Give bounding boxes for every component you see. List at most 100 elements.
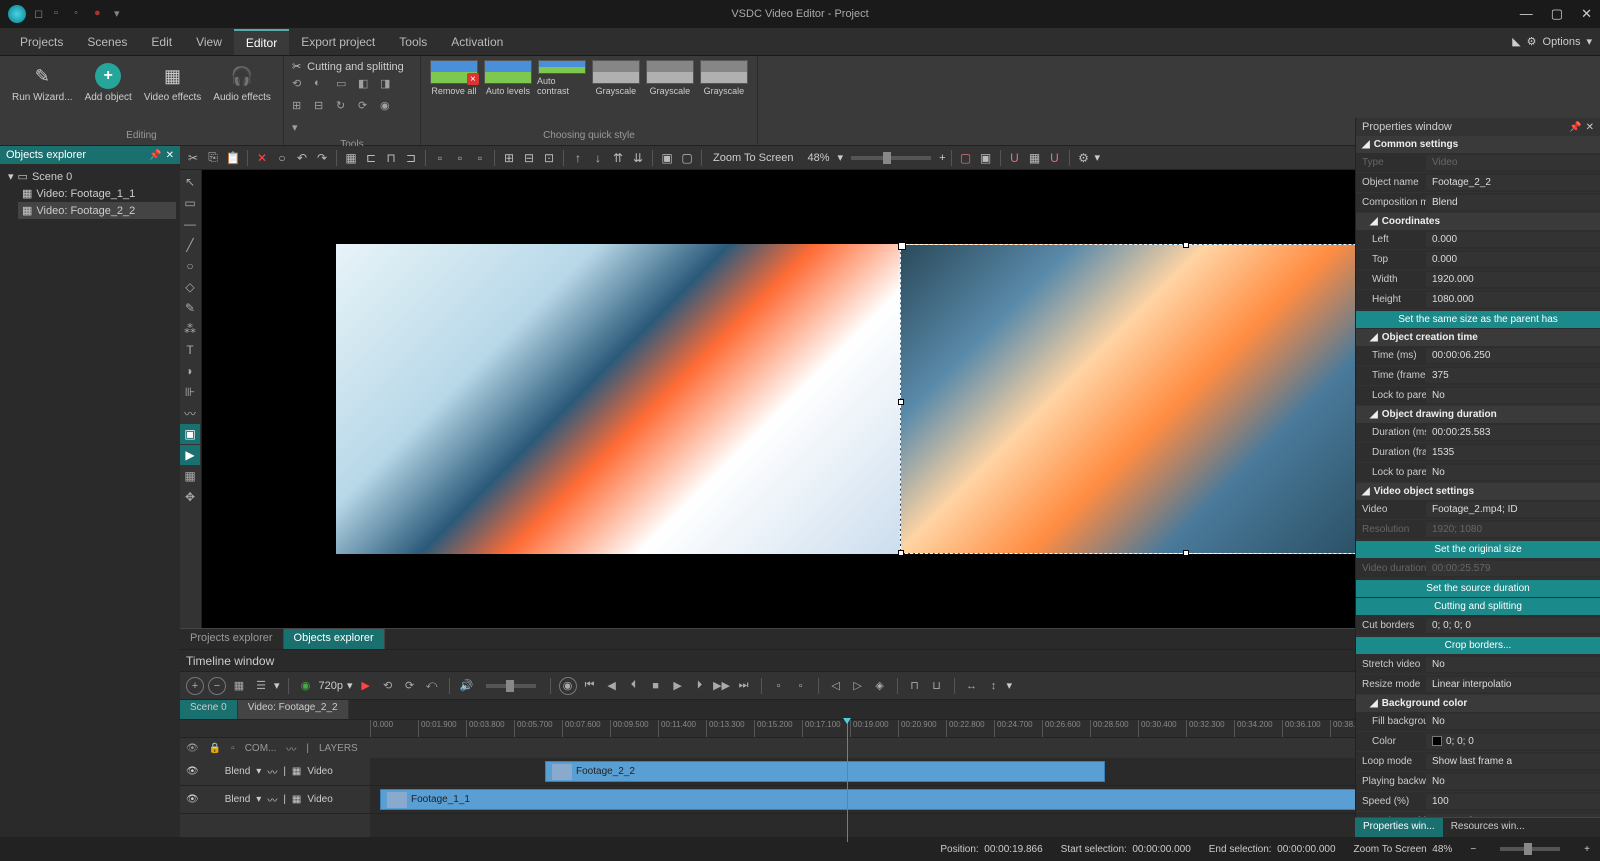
menu-view[interactable]: View <box>184 30 234 54</box>
section-creation-time[interactable]: ◢ Object creation time <box>1356 329 1600 346</box>
align-icon[interactable]: ▦ <box>342 149 360 167</box>
help-icon[interactable]: ◣ <box>1512 35 1520 48</box>
prop-value[interactable]: Footage_2_2 <box>1426 175 1600 190</box>
tab-objects-explorer[interactable]: Objects explorer <box>284 629 385 649</box>
prop-value[interactable]: Linear interpolatio <box>1426 677 1600 692</box>
redo-icon[interactable]: ↷ <box>313 149 331 167</box>
group-icon[interactable]: ▣ <box>658 149 676 167</box>
dropdown-icon[interactable]: ▾ <box>838 151 844 164</box>
tab-properties[interactable]: Properties win... <box>1355 818 1443 837</box>
bar-icon[interactable]: | <box>283 794 286 805</box>
tab-resources[interactable]: Resources win... <box>1443 818 1533 837</box>
down2-icon[interactable]: ⇊ <box>629 149 647 167</box>
prop-value[interactable]: No <box>1426 388 1600 403</box>
last-icon[interactable]: ⏭ <box>735 677 753 695</box>
tool-icon[interactable]: ◉ <box>380 99 396 115</box>
menu-export[interactable]: Export project <box>289 30 387 54</box>
maximize-button[interactable]: ▢ <box>1551 6 1563 22</box>
style-auto-levels[interactable]: Auto levels <box>483 60 533 96</box>
chart-icon[interactable]: ⊪ <box>180 382 200 402</box>
menu-editor[interactable]: Editor <box>234 29 289 55</box>
bar-icon[interactable]: | <box>306 743 309 754</box>
playhead[interactable] <box>847 720 848 842</box>
set-parent-size-button[interactable]: Set the same size as the parent has <box>1356 311 1600 328</box>
style-grayscale[interactable]: Grayscale <box>645 60 695 96</box>
align-right-icon[interactable]: ⊐ <box>402 149 420 167</box>
prop-value[interactable]: 00:00:25.583 <box>1426 425 1600 440</box>
copy-icon[interactable]: ⎘ <box>204 149 222 167</box>
add-object-button[interactable]: +Add object <box>81 60 136 105</box>
brush-icon[interactable]: ✎ <box>180 298 200 318</box>
tool-icon[interactable]: ◧ <box>358 77 374 93</box>
align-icon[interactable]: ▫ <box>431 149 449 167</box>
style-grayscale[interactable]: Grayscale <box>699 60 749 96</box>
image-icon[interactable]: ▣ <box>180 424 200 444</box>
split-icon[interactable]: ⊓ <box>906 677 924 695</box>
tool-icon[interactable]: ◨ <box>380 77 396 93</box>
eye-icon[interactable]: 👁 <box>186 743 199 754</box>
play-icon[interactable]: ▶ <box>669 677 687 695</box>
marker-icon[interactable]: ▫ <box>792 677 810 695</box>
prop-value[interactable]: No <box>1426 714 1600 729</box>
move-icon[interactable]: ✥ <box>180 487 200 507</box>
step-fwd-icon[interactable]: ⏵ <box>691 677 709 695</box>
video-clip-1[interactable] <box>336 244 900 554</box>
minimize-button[interactable]: — <box>1520 6 1533 22</box>
menu-scenes[interactable]: Scenes <box>75 30 139 54</box>
volume-icon[interactable]: 🔊 <box>458 677 476 695</box>
sel-icon[interactable]: ◈ <box>871 677 889 695</box>
spray-icon[interactable]: ⁂ <box>180 319 200 339</box>
zoom-slider[interactable] <box>1500 847 1560 851</box>
prop-value[interactable]: No <box>1426 657 1600 672</box>
close-icon[interactable]: ✕ <box>1586 122 1594 133</box>
new-icon[interactable]: ◻ <box>34 7 48 21</box>
repeat-icon[interactable]: ⟳ <box>401 677 419 695</box>
prop-value[interactable]: 0; 0; 0; 0 <box>1426 618 1600 633</box>
line-icon[interactable]: ╱ <box>180 235 200 255</box>
timeline-clip[interactable]: Footage_1_1 <box>380 789 1400 810</box>
ellipse-icon[interactable]: ○ <box>180 256 200 276</box>
section-video-settings[interactable]: ◢ Video object settings <box>1356 483 1600 500</box>
zoom-value[interactable]: 48% <box>802 152 836 164</box>
step-back-icon[interactable]: ⏴ <box>625 677 643 695</box>
video-effects-button[interactable]: ▦Video effects <box>140 60 205 105</box>
u-icon[interactable]: U <box>1046 149 1064 167</box>
align-left-icon[interactable]: ⊏ <box>362 149 380 167</box>
close-button[interactable]: ✕ <box>1581 6 1592 22</box>
pin-icon[interactable]: 📌 <box>149 150 161 161</box>
prop-value[interactable]: Footage_2.mp4; ID <box>1426 502 1600 517</box>
rec-icon[interactable]: ◉ <box>559 677 577 695</box>
menu-activation[interactable]: Activation <box>439 30 515 54</box>
eye-icon[interactable]: 👁 <box>186 794 199 805</box>
volume-slider[interactable] <box>486 684 536 688</box>
prop-value[interactable]: No <box>1426 465 1600 480</box>
crop-borders-button[interactable]: Crop borders... <box>1356 637 1600 654</box>
resolution-label[interactable]: 720p <box>319 680 343 692</box>
undo-icon[interactable]: ↶ <box>293 149 311 167</box>
dropdown-icon[interactable]: ▾ <box>256 766 261 777</box>
eye-icon[interactable]: 👁 <box>186 766 199 777</box>
section-drawing-duration[interactable]: ◢ Object drawing duration <box>1356 406 1600 423</box>
remove-icon[interactable]: − <box>208 677 226 695</box>
dropdown-icon[interactable]: ▾ <box>256 794 261 805</box>
sel-start-icon[interactable]: ◁ <box>827 677 845 695</box>
timeline-tab-scene[interactable]: Scene 0 <box>180 700 238 719</box>
dropdown-icon[interactable]: ▾ <box>274 679 280 692</box>
shape-icon[interactable]: ◇ <box>180 277 200 297</box>
tool-icon[interactable]: ⟳ <box>358 99 374 115</box>
display-icon[interactable]: ▢ <box>957 149 975 167</box>
up2-icon[interactable]: ⇈ <box>609 149 627 167</box>
prop-value[interactable]: 1920.000 <box>1426 272 1600 287</box>
tool-icon[interactable]: ↻ <box>336 99 352 115</box>
prop-value[interactable]: 100 <box>1426 794 1600 809</box>
menu-tools[interactable]: Tools <box>387 30 439 54</box>
tool-icon[interactable]: ↕ <box>985 677 1003 695</box>
section-background[interactable]: ◢ Background color <box>1356 695 1600 712</box>
align-icon[interactable]: ⊟ <box>520 149 538 167</box>
list-icon[interactable]: ▦ <box>230 677 248 695</box>
align-center-icon[interactable]: ⊓ <box>382 149 400 167</box>
section-common[interactable]: ◢ Common settings <box>1356 136 1600 153</box>
align-icon[interactable]: ⊡ <box>540 149 558 167</box>
tool-icon[interactable]: ▾ <box>292 121 308 137</box>
menu-projects[interactable]: Projects <box>8 30 75 54</box>
